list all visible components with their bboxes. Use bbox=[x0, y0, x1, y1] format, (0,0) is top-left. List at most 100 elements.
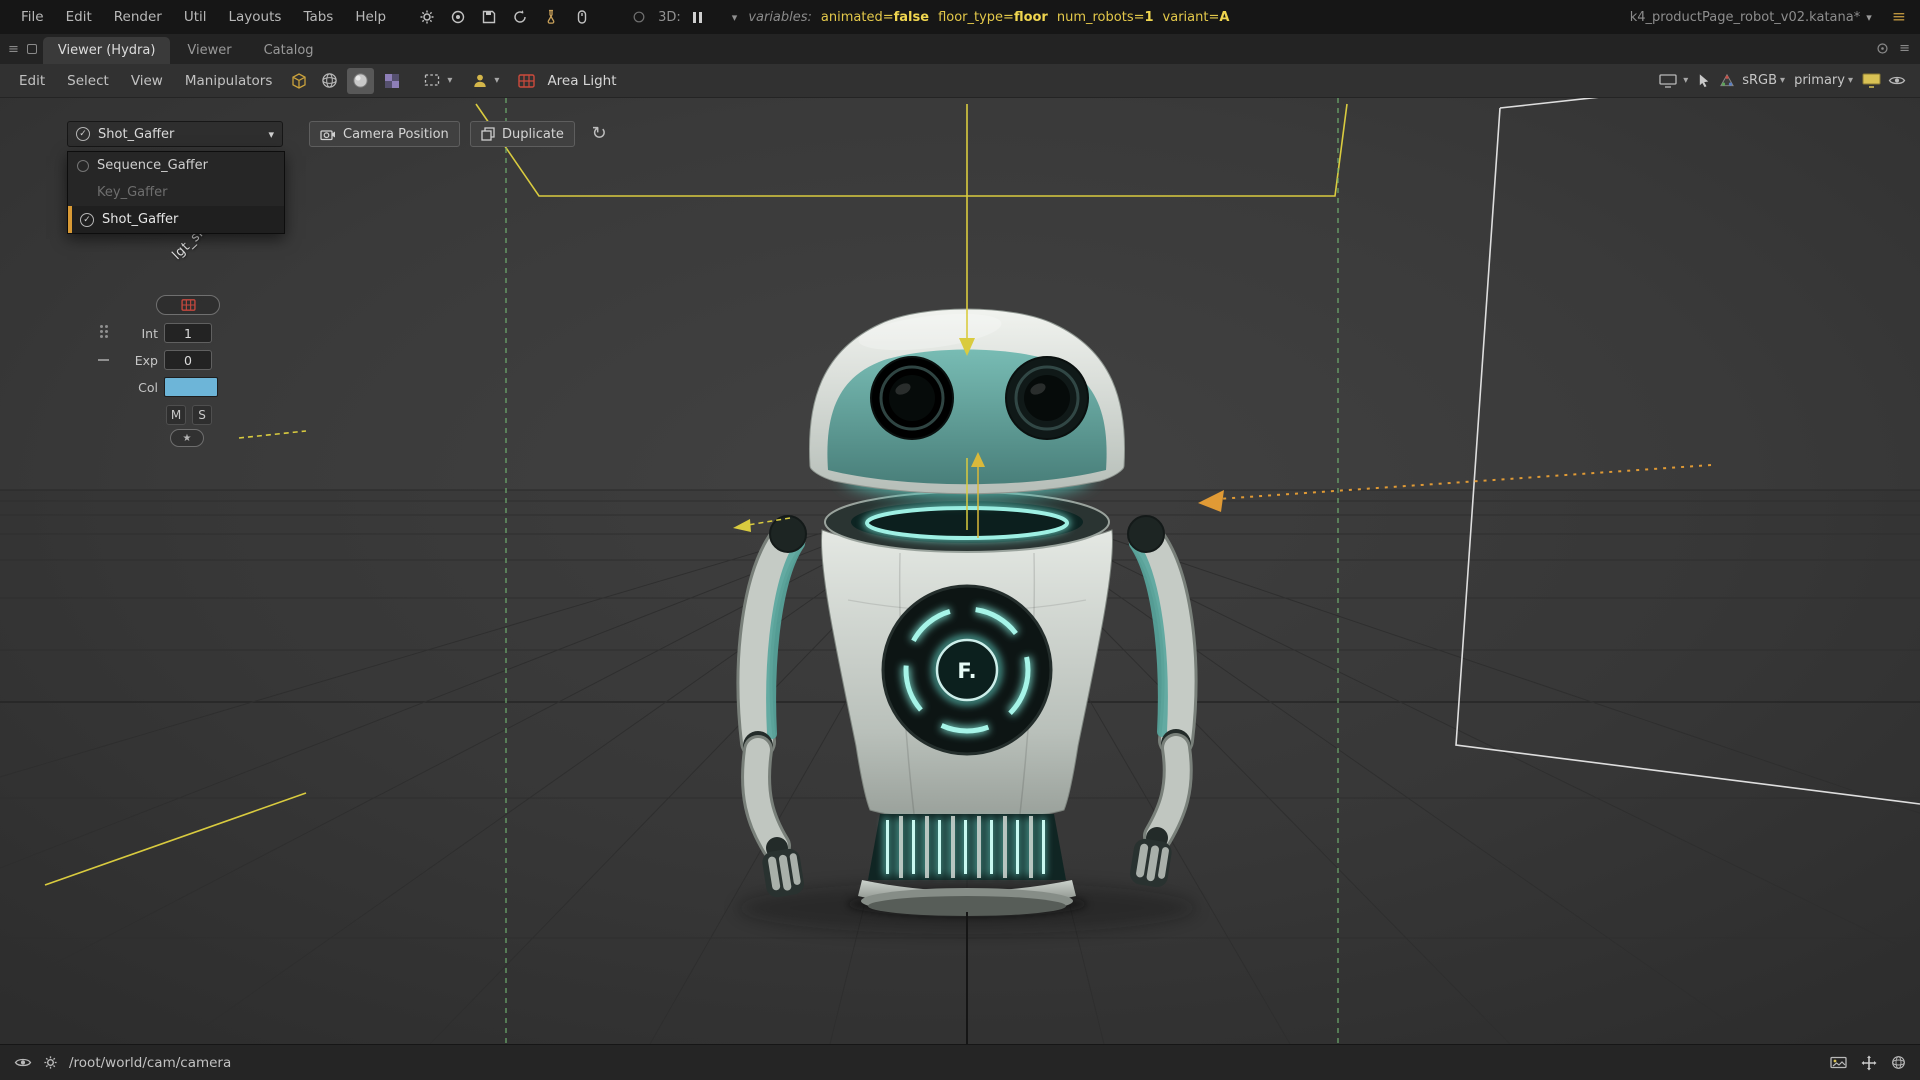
mute-toggle[interactable]: M bbox=[166, 405, 186, 425]
light-creation-button[interactable] bbox=[466, 68, 493, 94]
render-layers-button[interactable] bbox=[378, 68, 405, 94]
favorite-button[interactable]: ★ bbox=[170, 429, 204, 447]
light-widget-header[interactable] bbox=[156, 295, 220, 315]
pane-tabbar: ≡ Viewer (Hydra) Viewer Catalog ≡ bbox=[0, 34, 1920, 64]
pane-controls: ≡ bbox=[4, 34, 43, 64]
gear-icon[interactable] bbox=[43, 1055, 58, 1070]
menu-util[interactable]: Util bbox=[173, 9, 218, 25]
gear-icon[interactable] bbox=[419, 9, 435, 25]
rotate-manipulator-button[interactable]: ↻ bbox=[584, 118, 614, 148]
pane-options-icon[interactable]: ≡ bbox=[1899, 41, 1910, 56]
viewport-3d[interactable]: F. bbox=[0, 98, 1920, 1044]
statusbar-right-icons bbox=[1830, 1055, 1906, 1071]
menu-option-key-gaffer[interactable]: Key_Gaffer bbox=[68, 179, 284, 206]
area-light-button[interactable] bbox=[513, 68, 540, 94]
mode-label: 3D: bbox=[658, 10, 681, 25]
toolbar-right-group: ▾ sRGB▾ primary▾ bbox=[1659, 73, 1912, 88]
display-icon[interactable] bbox=[1659, 74, 1677, 88]
shading-cube-button[interactable] bbox=[285, 68, 312, 94]
duplicate-button[interactable]: Duplicate bbox=[470, 121, 575, 147]
node-target-icon[interactable] bbox=[450, 9, 466, 25]
gaffer-dropdown-menu: Sequence_Gaffer Key_Gaffer ✓ Shot_Gaffer bbox=[67, 151, 285, 234]
shaded-sphere-icon bbox=[352, 72, 369, 89]
menu-option-sequence-gaffer[interactable]: Sequence_Gaffer bbox=[68, 152, 284, 179]
pin-icon[interactable] bbox=[1876, 42, 1889, 55]
pane-menu-icon[interactable]: ≡ bbox=[8, 42, 19, 57]
star-icon: ★ bbox=[183, 433, 192, 444]
statusbar: /root/world/cam/camera bbox=[0, 1044, 1920, 1080]
light-color-swatch[interactable] bbox=[164, 377, 218, 397]
chevron-down-icon[interactable]: ▾ bbox=[447, 75, 452, 86]
tab-viewer[interactable]: Viewer bbox=[172, 37, 246, 64]
graph-state-variables[interactable]: ▾ variables: animated=false floor_type=f… bbox=[732, 10, 1230, 25]
menu-edit[interactable]: Edit bbox=[55, 9, 103, 25]
menu-render[interactable]: Render bbox=[103, 9, 173, 25]
exposure-field[interactable]: 0 bbox=[164, 350, 212, 370]
variable-variant[interactable]: variant=A bbox=[1163, 10, 1230, 25]
lighting-mode-button[interactable] bbox=[347, 68, 374, 94]
variable-animated[interactable]: animated=false bbox=[821, 10, 929, 25]
menu-option-shot-gaffer[interactable]: ✓ Shot_Gaffer bbox=[68, 206, 284, 233]
variable-num-robots[interactable]: num_robots=1 bbox=[1057, 10, 1154, 25]
menu-file[interactable]: File bbox=[10, 9, 55, 25]
cursor-icon[interactable] bbox=[1697, 73, 1712, 88]
viewport-canvas[interactable]: F. bbox=[0, 98, 1920, 1044]
viewer-menu-view[interactable]: View bbox=[120, 73, 174, 89]
intensity-field[interactable]: 1 bbox=[164, 323, 212, 343]
save-icon[interactable] bbox=[481, 9, 497, 25]
chevron-down-icon: ▾ bbox=[268, 128, 274, 141]
marquee-select-button[interactable] bbox=[419, 68, 446, 94]
checker-icon bbox=[384, 73, 400, 89]
menu-help[interactable]: Help bbox=[344, 9, 397, 25]
chevron-down-icon[interactable]: ▾ bbox=[1866, 11, 1872, 24]
robot-left-eye bbox=[871, 357, 953, 439]
color-wheel-icon[interactable] bbox=[1719, 73, 1735, 88]
area-light-icon bbox=[181, 299, 196, 311]
area-light-label: Area Light bbox=[547, 73, 616, 89]
solo-toggle[interactable]: S bbox=[192, 405, 212, 425]
reset-icon[interactable] bbox=[512, 9, 528, 25]
collapse-handle-icon[interactable] bbox=[98, 359, 109, 361]
tab-catalog[interactable]: Catalog bbox=[249, 37, 329, 64]
snapshot-icon[interactable] bbox=[1830, 1055, 1847, 1070]
camera-position-button[interactable]: Camera Position bbox=[309, 121, 460, 147]
viewer-toolbar: Edit Select View Manipulators ▾ ▾ Area L… bbox=[0, 64, 1920, 98]
chevron-down-icon[interactable]: ▾ bbox=[494, 75, 499, 86]
pause-icon[interactable] bbox=[693, 12, 702, 23]
pan-move-icon[interactable] bbox=[1861, 1055, 1877, 1071]
color-label: Col bbox=[120, 380, 158, 395]
camera-path-label: /root/world/cam/camera bbox=[69, 1055, 231, 1071]
robot-chest-badge: F. bbox=[957, 659, 976, 683]
environment-button[interactable] bbox=[316, 68, 343, 94]
pane-split-icon[interactable] bbox=[27, 44, 37, 54]
viewer-mode-group: 3D: bbox=[632, 10, 702, 25]
main-menu-icon[interactable]: ≡ bbox=[1892, 7, 1906, 27]
chevron-down-icon: ▾ bbox=[1848, 75, 1853, 86]
viewer-menu-edit[interactable]: Edit bbox=[8, 73, 56, 89]
chevron-down-icon: ▾ bbox=[1780, 75, 1785, 86]
globe-icon[interactable] bbox=[1891, 1055, 1906, 1070]
drag-handle-icon[interactable] bbox=[100, 325, 103, 328]
colorspace-dropdown[interactable]: sRGB▾ bbox=[1742, 73, 1787, 88]
menu-layouts[interactable]: Layouts bbox=[218, 9, 293, 25]
eye-icon[interactable] bbox=[14, 1056, 32, 1069]
menu-tabs[interactable]: Tabs bbox=[292, 9, 344, 25]
gaffer-select-dropdown[interactable]: ✓ Shot_Gaffer ▾ bbox=[67, 121, 283, 147]
eye-icon[interactable] bbox=[1888, 74, 1906, 87]
cube-icon bbox=[290, 72, 308, 90]
monitor-icon[interactable] bbox=[1862, 73, 1881, 88]
empty-circle-icon bbox=[77, 160, 89, 172]
variable-floor-type[interactable]: floor_type=floor bbox=[938, 10, 1048, 25]
viewer-menu-manipulators[interactable]: Manipulators bbox=[174, 73, 284, 89]
tab-viewer-hydra[interactable]: Viewer (Hydra) bbox=[43, 37, 171, 64]
exposure-label: Exp bbox=[114, 353, 158, 368]
katana-application-window: File Edit Render Util Layouts Tabs Help … bbox=[0, 0, 1920, 1080]
globe-icon bbox=[321, 72, 338, 89]
flask-icon[interactable] bbox=[543, 9, 559, 25]
chevron-down-icon[interactable]: ▾ bbox=[1683, 75, 1688, 86]
check-circle-icon: ✓ bbox=[80, 213, 94, 227]
viewer-menu-select[interactable]: Select bbox=[56, 73, 120, 89]
intensity-label: Int bbox=[120, 326, 158, 341]
device-icon[interactable] bbox=[574, 9, 590, 25]
channel-dropdown[interactable]: primary▾ bbox=[1794, 73, 1855, 88]
